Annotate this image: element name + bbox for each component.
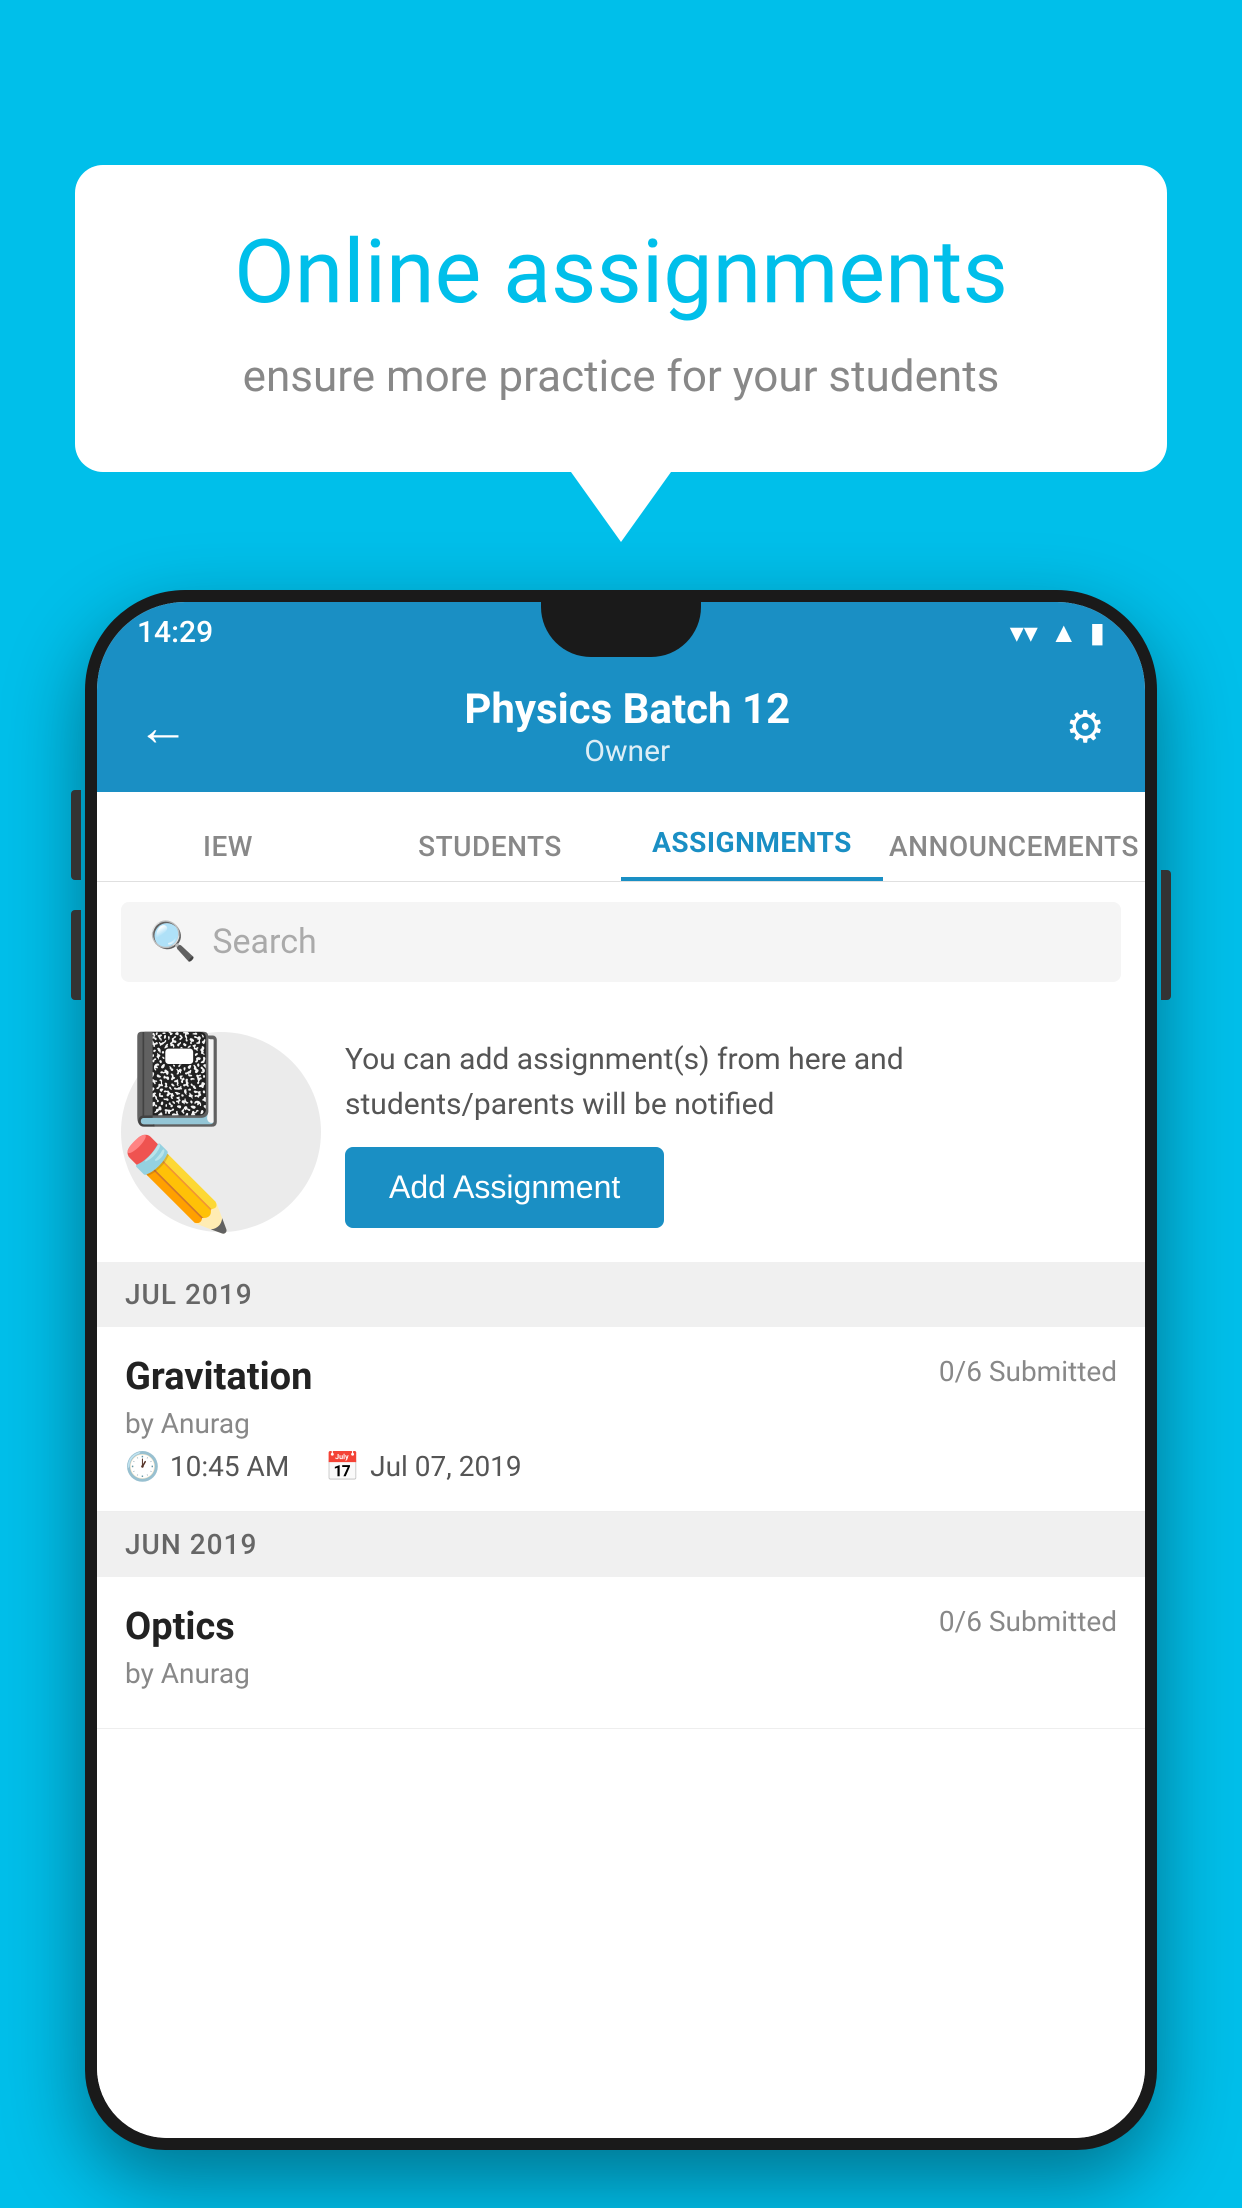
assignment-item-optics[interactable]: Optics 0/6 Submitted by Anurag <box>97 1577 1145 1729</box>
promo-icon-circle: 📓✏️ <box>121 1032 321 1232</box>
add-assignment-button[interactable]: Add Assignment <box>345 1147 664 1228</box>
phone-container: 14:29 ▾▾ ▲ ▮ ← Physics Batch 12 Owner ⚙ <box>85 590 1157 2208</box>
phone-notch <box>541 602 701 657</box>
promo-right: You can add assignment(s) from here and … <box>345 1037 1121 1228</box>
assignment-meta: 🕐 10:45 AM 📅 Jul 07, 2019 <box>125 1450 1117 1483</box>
assignment-top-optics: Optics 0/6 Submitted <box>125 1605 1117 1649</box>
assignment-author-optics: by Anurag <box>125 1657 1117 1690</box>
tab-announcements[interactable]: ANNOUNCEMENTS <box>883 792 1145 881</box>
battery-icon: ▮ <box>1090 616 1105 649</box>
tab-students[interactable]: STUDENTS <box>359 792 621 881</box>
assignment-time: 🕐 10:45 AM <box>125 1450 289 1483</box>
tabs: IEW STUDENTS ASSIGNMENTS ANNOUNCEMENTS <box>97 792 1145 882</box>
calendar-icon: 📅 <box>325 1450 360 1483</box>
speech-bubble-subtitle: ensure more practice for your students <box>155 350 1087 402</box>
speech-bubble: Online assignments ensure more practice … <box>75 165 1167 472</box>
wifi-icon: ▾▾ <box>1010 616 1038 649</box>
speech-bubble-container: Online assignments ensure more practice … <box>75 165 1167 542</box>
section-header-jul-2019: JUL 2019 <box>97 1262 1145 1327</box>
promo-text: You can add assignment(s) from here and … <box>345 1037 1121 1127</box>
notebook-icon: 📓✏️ <box>121 1027 321 1237</box>
phone-side-vol-up <box>71 790 81 880</box>
header-center: Physics Batch 12 Owner <box>464 685 790 769</box>
header-title: Physics Batch 12 <box>464 685 790 734</box>
app-header: ← Physics Batch 12 Owner ⚙ <box>97 662 1145 792</box>
assignment-submitted-optics: 0/6 Submitted <box>939 1605 1117 1638</box>
status-time: 14:29 <box>137 615 213 650</box>
search-placeholder: Search <box>212 922 316 962</box>
search-icon: 🔍 <box>149 920 196 964</box>
phone-side-power <box>1161 870 1171 1000</box>
clock-icon: 🕐 <box>125 1450 160 1483</box>
settings-icon[interactable]: ⚙ <box>1066 701 1105 753</box>
add-assignment-promo: 📓✏️ You can add assignment(s) from here … <box>97 1002 1145 1262</box>
phone-outer: 14:29 ▾▾ ▲ ▮ ← Physics Batch 12 Owner ⚙ <box>85 590 1157 2150</box>
assignment-name: Gravitation <box>125 1355 312 1399</box>
status-icons: ▾▾ ▲ ▮ <box>1010 616 1105 649</box>
section-header-jun-2019: JUN 2019 <box>97 1512 1145 1577</box>
phone-inner: 14:29 ▾▾ ▲ ▮ ← Physics Batch 12 Owner ⚙ <box>97 602 1145 2138</box>
assignment-top: Gravitation 0/6 Submitted <box>125 1355 1117 1399</box>
tab-iew[interactable]: IEW <box>97 792 359 881</box>
phone-side-vol-down <box>71 910 81 1000</box>
speech-bubble-arrow <box>571 472 671 542</box>
search-bar[interactable]: 🔍 Search <box>121 902 1121 982</box>
back-button[interactable]: ← <box>137 697 189 758</box>
assignment-item-gravitation[interactable]: Gravitation 0/6 Submitted by Anurag 🕐 10… <box>97 1327 1145 1512</box>
assignment-submitted: 0/6 Submitted <box>939 1355 1117 1388</box>
header-subtitle: Owner <box>464 734 790 769</box>
assignment-author: by Anurag <box>125 1407 1117 1440</box>
content-area: 🔍 Search 📓✏️ You can add assignment(s) f… <box>97 882 1145 2138</box>
assignment-date: 📅 Jul 07, 2019 <box>325 1450 521 1483</box>
signal-icon: ▲ <box>1050 616 1078 649</box>
speech-bubble-title: Online assignments <box>155 225 1087 322</box>
assignment-name-optics: Optics <box>125 1605 235 1649</box>
tab-assignments[interactable]: ASSIGNMENTS <box>621 792 883 881</box>
